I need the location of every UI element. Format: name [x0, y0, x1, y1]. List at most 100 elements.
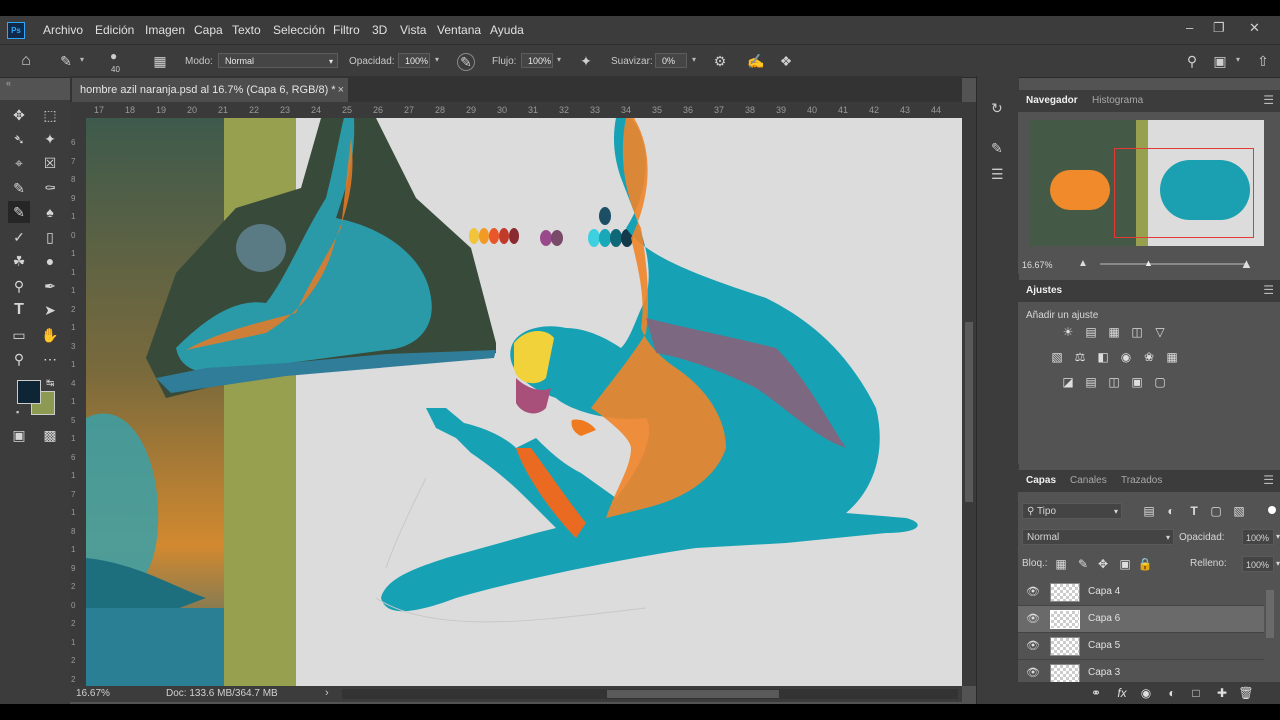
color-lookup-icon[interactable]: ▦ — [1164, 349, 1180, 365]
airbrush-icon[interactable]: ✦ — [578, 53, 594, 69]
filter-type-icon[interactable]: T — [1186, 503, 1202, 519]
pen-tool-icon[interactable]: ✒ — [39, 275, 61, 297]
photo-filter-icon[interactable]: ◉ — [1118, 349, 1134, 365]
layer-filter-select[interactable]: ⚲ Tipo ▾ — [1022, 503, 1122, 519]
filter-adjustment-icon[interactable]: ◐ — [1163, 503, 1179, 519]
brush-tool-icon[interactable]: ✎ — [8, 201, 30, 223]
color-balance-icon[interactable]: ⚖ — [1072, 349, 1088, 365]
filter-toggle-icon[interactable] — [1268, 506, 1276, 514]
close-tab-icon[interactable]: × — [338, 78, 344, 102]
smooth-field[interactable]: 0% — [655, 53, 687, 68]
black-white-icon[interactable]: ◧ — [1095, 349, 1111, 365]
layers-scroll-thumb[interactable] — [1266, 590, 1274, 638]
home-icon[interactable]: ⌂ — [18, 53, 34, 69]
menu-archivo[interactable]: Archivo — [43, 23, 83, 37]
blur-tool-icon[interactable]: ● — [39, 250, 61, 272]
workspace-chevron-icon[interactable]: ▾ — [1236, 55, 1240, 64]
menu-filtro[interactable]: Filtro — [333, 23, 360, 37]
filter-shape-icon[interactable]: ▢ — [1208, 503, 1224, 519]
lock-pixels-icon[interactable]: ✎ — [1075, 556, 1091, 572]
levels-icon[interactable]: ▤ — [1083, 324, 1099, 340]
navigator-view-box[interactable] — [1114, 148, 1254, 238]
layer-opacity-chevron-icon[interactable]: ▾ — [1276, 532, 1280, 541]
menu-texto[interactable]: Texto — [232, 23, 261, 37]
horizontal-ruler[interactable]: 17 18 19 20 21 22 23 24 25 26 27 28 29 30 31 32 33 34 35 36… — [86, 102, 962, 119]
hue-saturation-icon[interactable]: ▧ — [1049, 349, 1065, 365]
brushes-panel-icon[interactable]: ✎ — [991, 140, 1003, 157]
tab-navigator[interactable]: Navegador — [1026, 95, 1078, 106]
tab-channels[interactable]: Canales — [1070, 475, 1107, 486]
move-tool-icon[interactable]: ✥ — [8, 104, 30, 126]
eraser-tool-icon[interactable]: ▯ — [39, 226, 61, 248]
zoom-in-icon[interactable]: ▲ — [1240, 256, 1253, 271]
new-group-icon[interactable]: □ — [1188, 685, 1204, 701]
menu-edicion[interactable]: Edición — [95, 23, 134, 37]
menu-seleccion[interactable]: Selección — [273, 23, 325, 37]
adjustments-menu-icon[interactable]: ☰ — [1263, 283, 1274, 297]
settings-gear-icon[interactable]: ⚙ — [712, 53, 728, 69]
share-icon[interactable]: ⇧ — [1255, 53, 1271, 69]
vertical-scroll-thumb[interactable] — [965, 322, 973, 502]
restore-icon[interactable]: ❐ — [1213, 20, 1225, 36]
menu-imagen[interactable]: Imagen — [145, 23, 185, 37]
layer-row-selected[interactable]: 👁 Capa 6 — [1018, 606, 1264, 633]
exposure-icon[interactable]: ◫ — [1129, 324, 1145, 340]
delete-layer-icon[interactable]: 🗑 — [1238, 685, 1254, 701]
navigator-zoom-thumb[interactable]: ▲ — [1144, 258, 1153, 268]
layers-menu-icon[interactable]: ☰ — [1263, 473, 1274, 487]
brush-preset-icon[interactable]: ✎ — [58, 53, 74, 69]
layer-opacity-field[interactable]: 100% — [1242, 529, 1274, 545]
frame-tool-icon[interactable]: ☒ — [39, 152, 61, 174]
brush-settings-panel-icon[interactable]: ☰ — [991, 166, 1004, 183]
tab-layers[interactable]: Capas — [1026, 475, 1056, 486]
tab-histogram[interactable]: Histograma — [1092, 95, 1143, 106]
type-tool-icon[interactable]: T — [8, 299, 30, 321]
visibility-eye-icon[interactable]: 👁 — [1026, 639, 1040, 652]
default-colors-icon[interactable]: ▪ — [16, 407, 19, 417]
threshold-icon[interactable]: ◫ — [1106, 374, 1122, 390]
rectangle-tool-icon[interactable]: ▭ — [8, 324, 30, 346]
opacity-chevron-icon[interactable]: ▾ — [435, 55, 439, 64]
horizontal-scrollbar[interactable] — [342, 689, 958, 699]
layer-row[interactable]: 👁 Capa 4 — [1018, 579, 1264, 606]
brush-tip-icon[interactable]: ● — [110, 49, 117, 63]
hand-tool-icon[interactable]: ✋ — [39, 324, 61, 346]
tab-adjustments[interactable]: Ajustes — [1026, 285, 1062, 296]
flow-field[interactable]: 100% — [521, 53, 553, 68]
visibility-eye-icon[interactable]: 👁 — [1026, 585, 1040, 598]
navigator-zoom-slider[interactable]: ▲ — [1100, 258, 1246, 268]
selective-color-icon[interactable]: ▣ — [1129, 374, 1145, 390]
blend-mode-select[interactable]: Normal ▾ — [1022, 529, 1174, 545]
curves-icon[interactable]: ▦ — [1106, 324, 1122, 340]
search-icon[interactable]: ⚲ — [1184, 53, 1200, 69]
layer-style-icon[interactable]: fx — [1114, 685, 1130, 701]
posterize-icon[interactable]: ▤ — [1083, 374, 1099, 390]
collapse-toolbar-icon[interactable]: « — [6, 78, 11, 88]
fill-field[interactable]: 100% — [1242, 556, 1274, 572]
tab-paths[interactable]: Trazados — [1121, 475, 1162, 486]
channel-mixer-icon[interactable]: ❀ — [1141, 349, 1157, 365]
status-menu-arrow[interactable]: › — [325, 687, 329, 699]
history-panel-icon[interactable]: ↻ — [991, 100, 1003, 117]
swap-colors-icon[interactable]: ↹ — [46, 378, 54, 389]
filter-pixel-icon[interactable]: ▤ — [1141, 503, 1157, 519]
dodge-tool-icon[interactable]: ⚲ — [8, 275, 30, 297]
lock-transparent-icon[interactable]: ▦ — [1053, 556, 1069, 572]
quick-mask-icon[interactable]: ▣ — [8, 424, 30, 446]
clone-stamp-tool-icon[interactable]: ♠ — [39, 201, 61, 223]
document-canvas[interactable] — [86, 118, 962, 688]
fill-chevron-icon[interactable]: ▾ — [1276, 559, 1280, 568]
vibrance-icon[interactable]: ▽ — [1152, 324, 1168, 340]
vertical-scrollbar[interactable] — [962, 102, 976, 686]
healing-brush-tool-icon[interactable]: ⚰ — [39, 177, 61, 199]
history-brush-tool-icon[interactable]: ✓ — [8, 226, 30, 248]
link-layers-icon[interactable]: ⚭ — [1088, 685, 1104, 701]
mode-select[interactable]: Normal ▾ — [218, 53, 338, 68]
pressure-size-icon[interactable]: ✍ — [747, 53, 764, 69]
minimize-icon[interactable]: – — [1186, 20, 1193, 35]
gradient-map-icon[interactable]: ▢ — [1152, 374, 1168, 390]
document-tab[interactable]: hombre azil naranja.psd al 16.7% (Capa 6… — [72, 78, 348, 102]
magic-wand-tool-icon[interactable]: ✦ — [39, 128, 61, 150]
screen-mode-icon[interactable]: ▩ — [39, 424, 61, 446]
foreground-color-swatch[interactable] — [17, 380, 41, 404]
